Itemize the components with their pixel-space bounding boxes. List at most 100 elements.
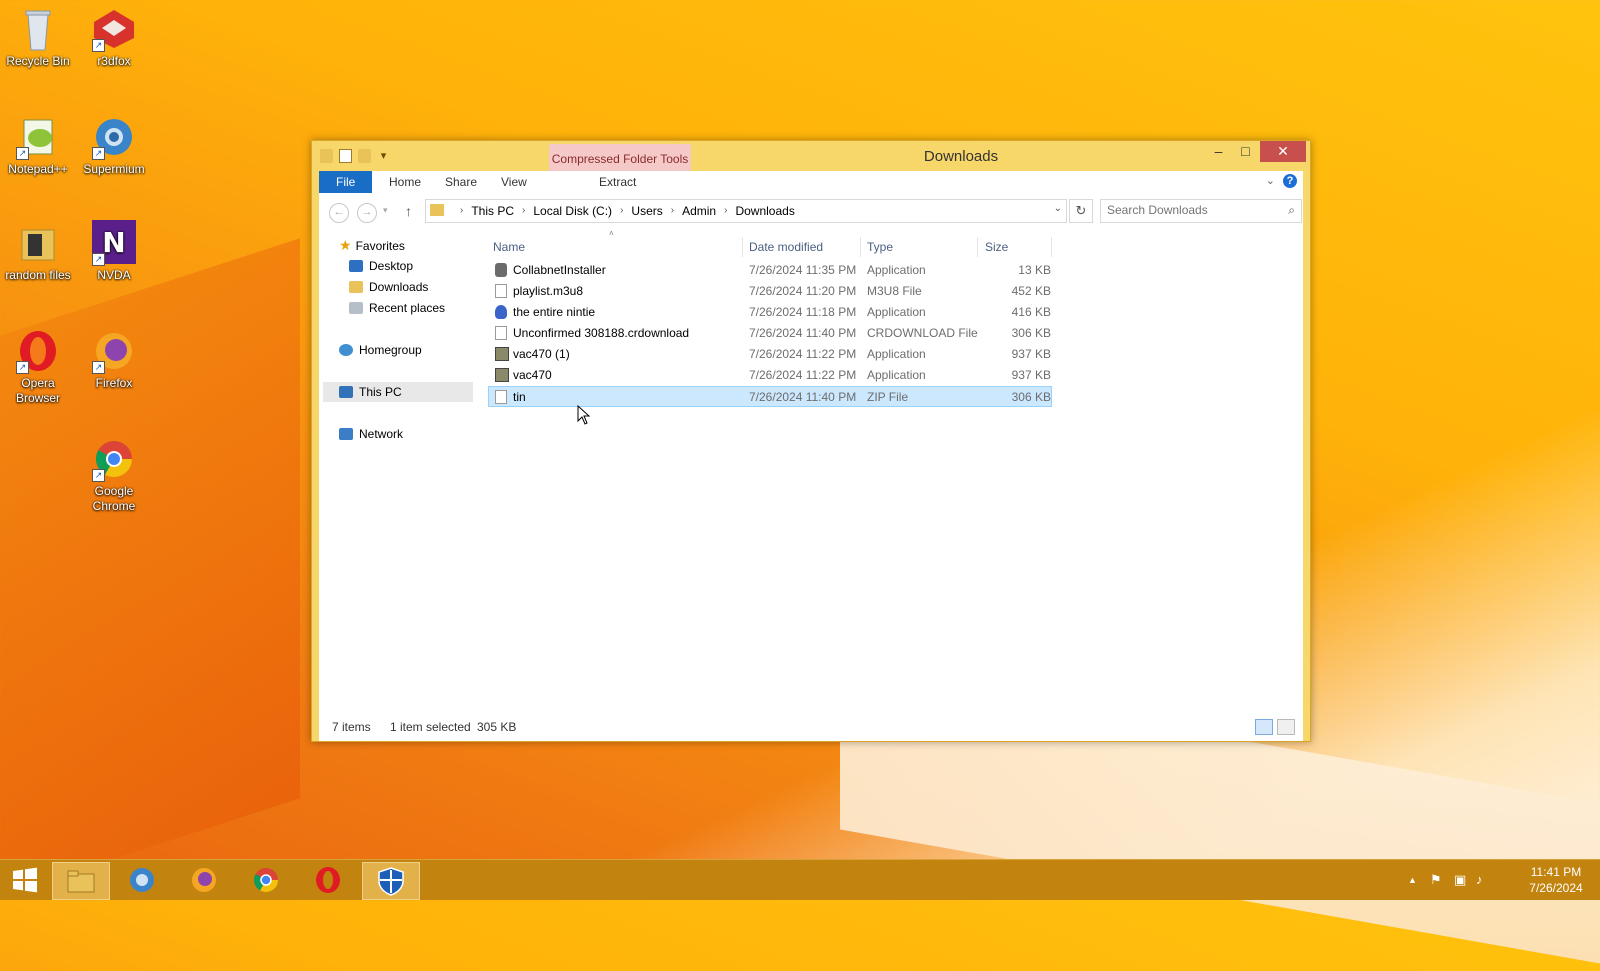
column-header-date-modified[interactable]: Date modified <box>749 237 823 257</box>
shortcut-arrow-icon: ↗ <box>92 361 105 374</box>
nav-item-desktop[interactable]: Desktop <box>349 256 413 276</box>
column-divider[interactable] <box>860 237 861 257</box>
taskbar-chrome[interactable] <box>238 862 294 898</box>
column-header-name[interactable]: Name <box>493 237 525 257</box>
taskbar-firefox[interactable] <box>176 862 232 898</box>
tab-view[interactable]: View <box>489 171 539 193</box>
ribbon: File Home Share View Extract ⌄ ? <box>319 171 1303 194</box>
tab-file[interactable]: File <box>319 171 373 193</box>
breadcrumb-local-disk[interactable]: Local Disk (C:) <box>533 200 612 222</box>
network-icon <box>339 428 353 440</box>
homegroup-icon <box>339 344 353 356</box>
content-area: ★ Favorites Desktop Downloads Recent plac… <box>319 229 1303 713</box>
file-row-the-entire-nintie[interactable]: the entire nintie 7/26/2024 11:18 PM App… <box>489 302 1051 322</box>
forward-button[interactable]: → <box>357 203 377 223</box>
network-tray-icon[interactable]: ▣ <box>1454 872 1466 888</box>
nav-item-this-pc[interactable]: This PC <box>323 382 473 402</box>
address-bar[interactable]: › This PC › Local Disk (C:) › Users › Ad… <box>425 199 1067 223</box>
desktop-icon-label: Notepad++ <box>8 162 68 176</box>
desktop-folder-icon <box>349 260 363 272</box>
back-button[interactable]: ← <box>329 203 349 223</box>
desktop-icon-recycle-bin[interactable]: Recycle Bin <box>0 6 76 69</box>
desktop-icon-firefox[interactable]: ↗ Firefox <box>76 328 152 391</box>
breadcrumb-downloads[interactable]: Downloads <box>735 200 794 222</box>
show-hidden-icons-chevron-icon[interactable]: ▲ <box>1408 875 1417 885</box>
taskbar-file-explorer[interactable] <box>52 862 110 900</box>
chevron-right-icon[interactable]: › <box>716 200 735 222</box>
nav-item-recent-places[interactable]: Recent places <box>349 298 445 318</box>
desktop-icon-notepad-plus-plus[interactable]: ↗ Notepad++ <box>0 114 76 177</box>
star-icon: ★ <box>339 237 352 253</box>
column-header-size[interactable]: Size <box>985 237 1008 257</box>
large-icons-view-icon[interactable] <box>1277 719 1295 735</box>
column-divider[interactable] <box>742 237 743 257</box>
file-row-vac470[interactable]: vac470 7/26/2024 11:22 PM Application 93… <box>489 365 1051 385</box>
taskbar-supermium[interactable] <box>114 862 170 898</box>
column-divider[interactable] <box>1051 237 1052 257</box>
search-input[interactable] <box>1101 200 1283 220</box>
search-box[interactable]: ⌕ <box>1100 199 1302 223</box>
details-view-icon[interactable] <box>1255 719 1273 735</box>
close-button[interactable]: ✕ <box>1260 141 1306 162</box>
file-row-vac470-1[interactable]: vac470 (1) 7/26/2024 11:22 PM Applicatio… <box>489 344 1051 364</box>
file-row-tin[interactable]: tin 7/26/2024 11:40 PM ZIP File 306 KB <box>488 386 1052 407</box>
search-icon[interactable]: ⌕ <box>1288 203 1295 218</box>
start-button[interactable] <box>0 862 50 898</box>
chevron-right-icon[interactable]: › <box>612 200 631 222</box>
downloads-folder-icon <box>349 281 363 293</box>
nav-item-network[interactable]: Network <box>339 424 403 444</box>
chrome-icon <box>253 868 278 893</box>
shortcut-arrow-icon: ↗ <box>92 253 105 266</box>
tab-share[interactable]: Share <box>433 171 489 193</box>
minimize-button[interactable]: – <box>1205 141 1232 162</box>
breadcrumb-this-pc[interactable]: This PC <box>471 200 514 222</box>
chevron-right-icon[interactable]: › <box>514 200 533 222</box>
firefox-icon: ↗ <box>90 328 138 374</box>
chevron-right-icon[interactable]: › <box>663 200 682 222</box>
desktop-icon-r3dfox[interactable]: ↗ r3dfox <box>76 6 152 69</box>
svg-text:N: N <box>102 226 125 259</box>
tab-home[interactable]: Home <box>377 171 433 193</box>
desktop-icon-label: NVDA <box>97 268 131 282</box>
navigation-pane: ★ Favorites Desktop Downloads Recent plac… <box>319 229 479 713</box>
desktop-icon-nvda[interactable]: N ↗ NVDA <box>76 220 152 283</box>
desktop-icon-label: random files <box>5 268 71 282</box>
column-divider[interactable] <box>977 237 978 257</box>
app-window-icon <box>495 368 509 382</box>
explorer-window: ▾ Compressed Folder Tools Downloads – □ … <box>311 140 1311 742</box>
mouse-cursor-icon <box>577 405 591 425</box>
up-arrow-icon[interactable]: ↑ <box>405 203 412 219</box>
desktop-icon-random-files[interactable]: random files <box>0 220 76 283</box>
chevron-down-icon[interactable]: ⌄ <box>1266 174 1275 187</box>
desktop-icon-opera-browser[interactable]: ↗ Opera Browser <box>0 328 76 406</box>
volume-icon[interactable]: ♪ <box>1476 872 1483 887</box>
taskbar-opera[interactable] <box>300 862 356 898</box>
desktop-icon-supermium[interactable]: ↗ Supermium <box>76 114 152 177</box>
supermium-icon <box>130 868 154 892</box>
nav-item-downloads[interactable]: Downloads <box>349 277 428 297</box>
folder-icon <box>14 220 62 266</box>
title-bar[interactable]: ▾ Compressed Folder Tools Downloads – □ … <box>312 141 1310 171</box>
action-center-flag-icon[interactable]: ⚑ <box>1430 872 1442 888</box>
desktop-icon-label: Google Chrome <box>92 484 136 513</box>
recent-locations-chevron-icon[interactable]: ▾ <box>383 205 388 216</box>
taskbar-security-app[interactable] <box>362 862 420 900</box>
tab-extract[interactable]: Extract <box>587 171 648 193</box>
address-history-dropdown-icon[interactable]: ⌄ <box>1054 203 1062 214</box>
breadcrumb-users[interactable]: Users <box>631 200 662 222</box>
status-item-count: 7 items <box>332 720 371 734</box>
taskbar-clock[interactable]: 11:41 PM 7/26/2024 <box>1526 864 1586 896</box>
breadcrumb-admin[interactable]: Admin <box>682 200 716 222</box>
file-row-collabnetinstaller[interactable]: CollabnetInstaller 7/26/2024 11:35 PM Ap… <box>489 260 1051 280</box>
refresh-button[interactable]: ↻ <box>1069 199 1093 223</box>
file-row-unconfirmed-crdownload[interactable]: Unconfirmed 308188.crdownload 7/26/2024 … <box>489 323 1051 343</box>
file-row-playlist[interactable]: playlist.m3u8 7/26/2024 11:20 PM M3U8 Fi… <box>489 281 1051 301</box>
nav-item-homegroup[interactable]: Homegroup <box>339 340 422 360</box>
column-header-type[interactable]: Type <box>867 237 893 257</box>
maximize-button[interactable]: □ <box>1232 141 1259 162</box>
nav-item-favorites[interactable]: ★ Favorites <box>339 235 405 255</box>
opera-icon: ↗ <box>14 328 62 374</box>
help-icon[interactable]: ? <box>1283 174 1297 188</box>
recycle-bin-icon <box>14 6 62 52</box>
desktop-icon-google-chrome[interactable]: ↗ Google Chrome <box>76 436 152 514</box>
